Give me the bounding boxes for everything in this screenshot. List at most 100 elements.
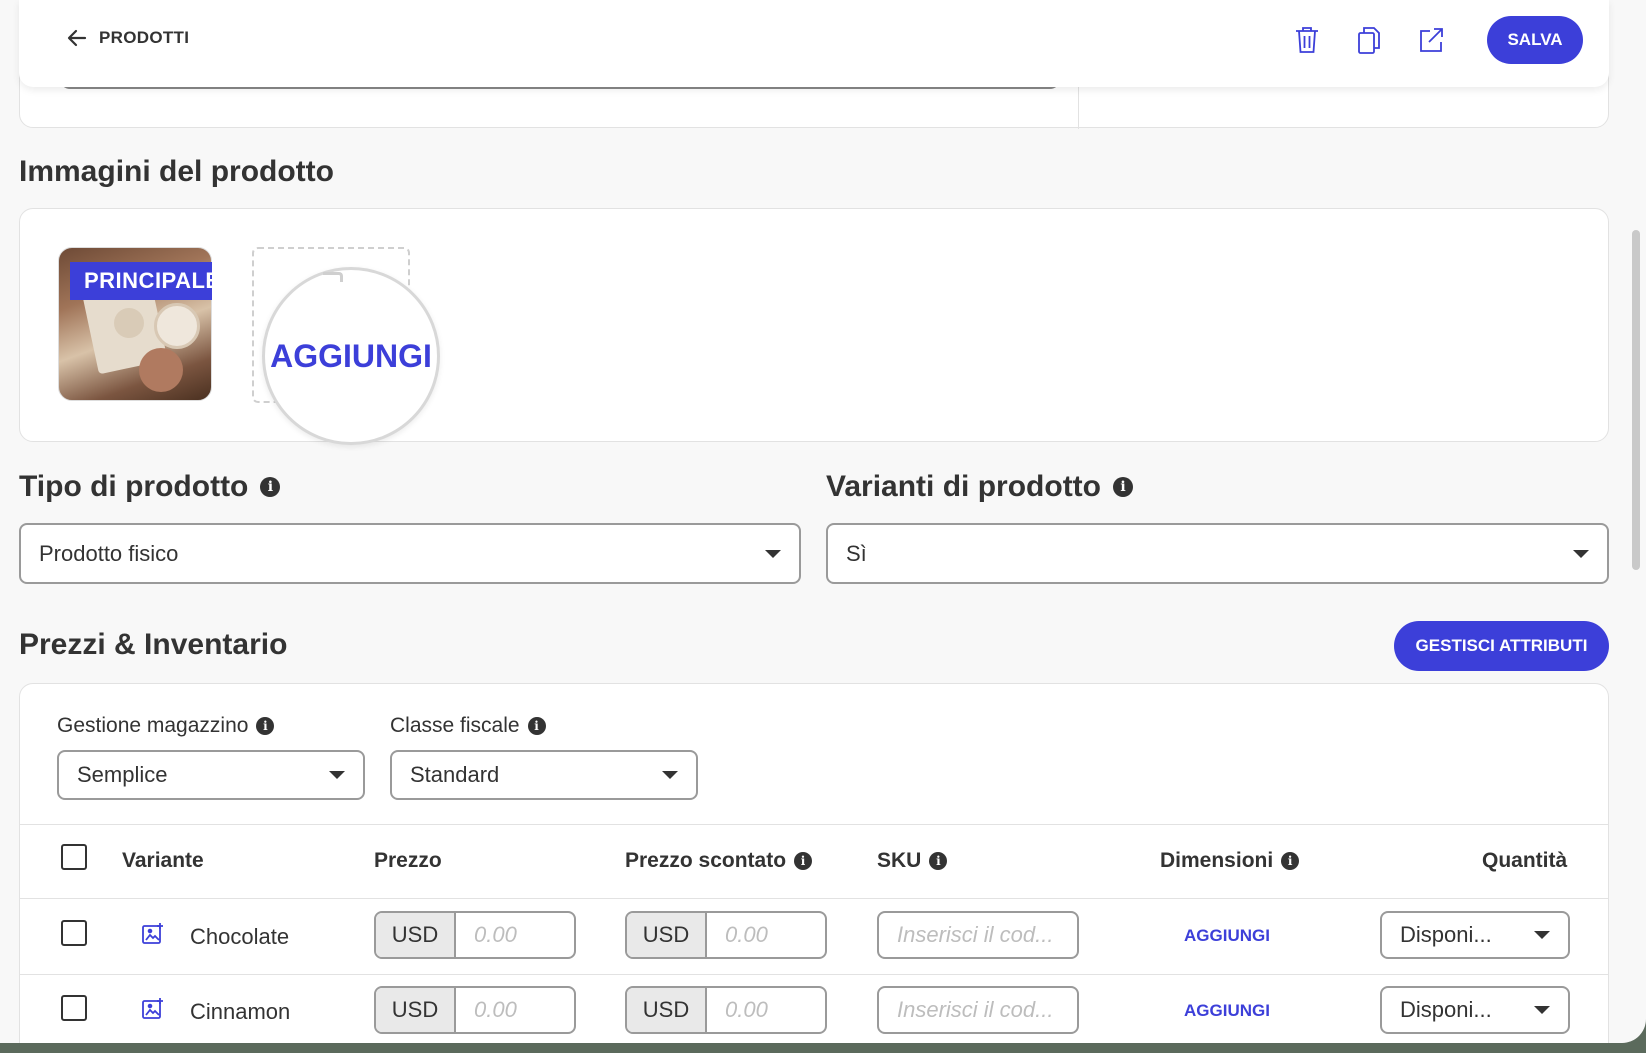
main-image-badge: PRINCIPALE xyxy=(70,262,220,300)
add-image-label: AGGIUNGI xyxy=(270,337,432,374)
external-link-icon xyxy=(1420,28,1443,52)
currency-label: USD xyxy=(627,988,707,1032)
col-dimensions-label: Dimensioni xyxy=(1160,849,1274,872)
image-detail xyxy=(114,308,144,338)
stock-management-value: Semplice xyxy=(77,762,168,787)
col-sku-label: SKU xyxy=(877,849,922,872)
copy-icon xyxy=(1358,27,1380,54)
chevron-down-icon xyxy=(765,549,781,558)
price-input[interactable] xyxy=(456,913,574,957)
discounted-price-input[interactable] xyxy=(707,913,825,957)
col-dimensions: Dimensioni i xyxy=(1160,849,1300,873)
sku-field[interactable] xyxy=(877,986,1079,1034)
duplicate-button[interactable] xyxy=(1354,24,1384,56)
scrollbar[interactable] xyxy=(1632,230,1642,570)
currency-label: USD xyxy=(627,913,707,957)
table-header-border xyxy=(20,898,1608,899)
col-quantity-label: Quantità xyxy=(1482,849,1568,872)
manage-attributes-button[interactable]: GESTISCI ATTRIBUTI xyxy=(1394,621,1609,671)
row-checkbox[interactable] xyxy=(61,920,87,946)
chevron-down-icon xyxy=(1534,1006,1550,1014)
col-quantity: Quantità xyxy=(1482,849,1567,873)
scrollbar-thumb[interactable] xyxy=(1632,230,1640,570)
sku-input[interactable] xyxy=(897,922,1077,948)
top-bar: PRODOTTI SALVA xyxy=(19,0,1609,87)
images-section-title-text: Immagini del prodotto xyxy=(19,155,334,188)
tax-class-value: Standard xyxy=(410,762,500,787)
slot-corner-decoration xyxy=(323,272,343,282)
add-image-button[interactable]: AGGIUNGI xyxy=(262,267,440,445)
col-price-label: Prezzo xyxy=(374,849,442,872)
chevron-down-icon xyxy=(1573,549,1589,558)
info-icon[interactable]: i xyxy=(929,852,948,870)
quantity-select[interactable]: Disponi... xyxy=(1380,986,1570,1034)
table-top-border xyxy=(20,824,1608,825)
stock-management-label: Gestione magazzino i xyxy=(57,714,275,738)
info-icon[interactable]: i xyxy=(794,852,813,870)
col-variant: Variante xyxy=(122,849,204,873)
quantity-value: Disponi... xyxy=(1400,997,1492,1022)
chevron-down-icon xyxy=(662,771,678,779)
col-variant-label: Variante xyxy=(122,849,204,872)
add-dimensions-link[interactable]: AGGIUNGI xyxy=(1184,1001,1270,1021)
discounted-price-input[interactable] xyxy=(707,988,825,1032)
info-icon[interactable]: i xyxy=(260,477,281,497)
tax-class-label: Classe fiscale i xyxy=(390,714,546,738)
back-to-products-link[interactable]: PRODOTTI xyxy=(65,26,189,50)
product-variants-select[interactable]: Sì xyxy=(826,523,1609,584)
sku-field[interactable] xyxy=(877,911,1079,959)
add-image-icon[interactable] xyxy=(141,922,165,946)
variant-name: Cinnamon xyxy=(190,999,291,1024)
product-type-value: Prodotto fisico xyxy=(39,540,179,566)
add-image-icon[interactable] xyxy=(141,997,165,1021)
currency-label: USD xyxy=(376,913,456,957)
images-card: PRINCIPALE AGGIUNGI xyxy=(19,208,1609,445)
row-checkbox[interactable] xyxy=(61,995,87,1021)
delete-button[interactable] xyxy=(1292,24,1322,56)
images-section-title: Immagini del prodotto xyxy=(19,155,334,189)
price-field[interactable]: USD xyxy=(374,986,576,1034)
col-sku: SKU i xyxy=(877,849,948,873)
select-all-checkbox[interactable] xyxy=(61,844,87,870)
image-detail xyxy=(154,303,200,349)
image-detail xyxy=(139,348,183,392)
price-field[interactable]: USD xyxy=(374,911,576,959)
sku-input[interactable] xyxy=(897,997,1077,1023)
back-label: PRODOTTI xyxy=(99,28,190,47)
discounted-price-field[interactable]: USD xyxy=(625,911,827,959)
tax-class-select[interactable]: Standard xyxy=(390,750,698,800)
add-dimensions-link[interactable]: AGGIUNGI xyxy=(1184,926,1270,946)
col-discounted-price-label: Prezzo scontato xyxy=(625,849,787,872)
tax-class-label-text: Classe fiscale xyxy=(390,714,520,737)
stock-management-select[interactable]: Semplice xyxy=(57,750,365,800)
row-border xyxy=(20,974,1608,975)
arrow-left-icon xyxy=(67,29,87,47)
info-icon[interactable]: i xyxy=(527,717,546,735)
pricing-card: Gestione magazzino i Semplice Classe fis… xyxy=(19,683,1609,1043)
product-type-title: Tipo di prodotto i xyxy=(19,470,281,504)
app-window: PRODOTTI SALVA Immagini del prodotto PRI… xyxy=(0,0,1646,1043)
pricing-section-title: Prezzi & Inventario xyxy=(19,628,287,662)
discounted-price-field[interactable]: USD xyxy=(625,986,827,1034)
quantity-value: Disponi... xyxy=(1400,922,1492,947)
stock-management-label-text: Gestione magazzino xyxy=(57,714,249,737)
product-type-title-text: Tipo di prodotto xyxy=(19,470,249,503)
variant-name: Chocolate xyxy=(190,924,290,949)
info-icon[interactable]: i xyxy=(256,717,275,735)
chevron-down-icon xyxy=(329,771,345,779)
product-variants-title-text: Varianti di prodotto xyxy=(826,470,1101,503)
chevron-down-icon xyxy=(1534,931,1550,939)
product-variants-value: Sì xyxy=(846,540,867,566)
open-external-button[interactable] xyxy=(1416,24,1446,56)
info-icon[interactable]: i xyxy=(1113,477,1133,497)
col-discounted-price: Prezzo scontato i xyxy=(625,849,813,873)
quantity-select[interactable]: Disponi... xyxy=(1380,911,1570,959)
product-type-select[interactable]: Prodotto fisico xyxy=(19,523,801,584)
pricing-section-title-text: Prezzi & Inventario xyxy=(19,628,288,661)
info-icon[interactable]: i xyxy=(1281,852,1300,870)
product-variants-title: Varianti di prodotto i xyxy=(826,470,1133,504)
trash-icon xyxy=(1296,27,1318,53)
price-input[interactable] xyxy=(456,988,574,1032)
save-button[interactable]: SALVA xyxy=(1487,16,1583,64)
currency-label: USD xyxy=(376,988,456,1032)
